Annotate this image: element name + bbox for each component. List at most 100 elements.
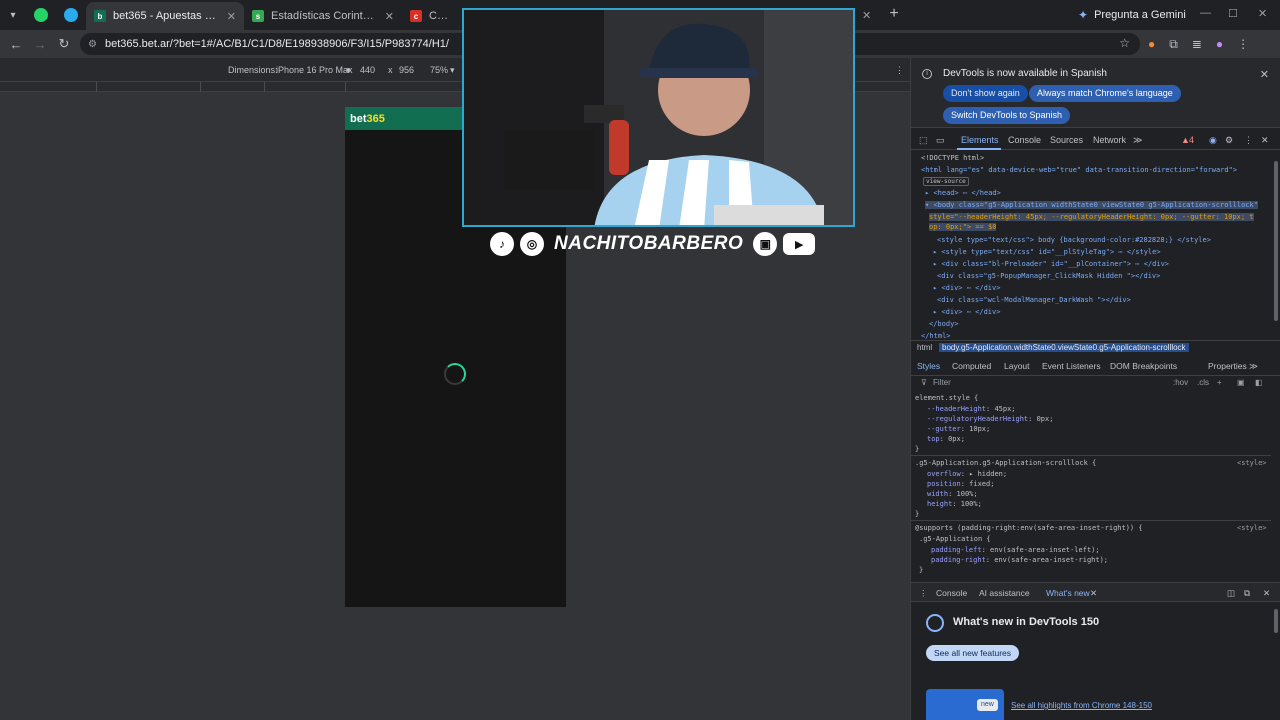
tab-computed[interactable]: Computed <box>952 361 991 371</box>
close-icon[interactable]: ✕ <box>385 10 394 23</box>
pinned-tab-whatsapp[interactable] <box>26 0 56 30</box>
close-icon[interactable]: ✕ <box>1090 588 1097 599</box>
dock-icon[interactable]: ◫ <box>1227 588 1235 599</box>
dom-line-selected[interactable]: style="--headerHeight: 45px; --regulator… <box>929 213 1254 221</box>
css-at-rule[interactable]: @supports (padding-right:env(safe-area-i… <box>915 524 1143 532</box>
pinned-tab-telegram[interactable] <box>56 0 86 30</box>
dom-line[interactable]: ▸ <style type="text/css" id="__plStyleTa… <box>933 248 1161 256</box>
dont-show-again-button[interactable]: Don't show again <box>943 85 1028 102</box>
close-icon[interactable]: ✕ <box>1260 68 1269 81</box>
drawer-tab-whats-new[interactable]: What's new <box>1046 588 1090 598</box>
dom-line-selected[interactable]: op: 0px;"> == $0 <box>929 223 997 231</box>
css-selector[interactable]: .g5-Application.g5-Application-scrollloc… <box>915 459 1096 467</box>
tab-console[interactable]: Console <box>1008 135 1041 145</box>
inspect-element-icon[interactable]: ⬚ <box>919 135 928 146</box>
css-declaration[interactable]: --regulatoryHeaderHeight: 0px; <box>927 415 1053 423</box>
breadcrumb-item-selected[interactable]: body.g5-Application.widthState0.viewStat… <box>939 343 1189 352</box>
switch-to-spanish-button[interactable]: Switch DevTools to Spanish <box>943 107 1071 124</box>
reload-icon[interactable]: ↻ <box>52 36 76 52</box>
css-declaration[interactable]: padding-left: env(safe-area-inset-left); <box>931 546 1100 554</box>
new-tab-button[interactable]: + <box>882 5 906 23</box>
dom-line[interactable]: ▸ <div> ⋯ </div> <box>933 308 1000 316</box>
dom-line[interactable]: </body> <box>929 320 959 328</box>
more-tabs-icon[interactable]: ≫ <box>1249 361 1258 372</box>
dom-line[interactable]: ▸ <div class="bl-Preloader" id="__plCont… <box>933 260 1169 268</box>
tab-search-icon[interactable]: ▾ <box>0 0 26 30</box>
close-devtools-icon[interactable]: ✕ <box>1261 135 1269 146</box>
css-declaration[interactable]: width: 100%; <box>927 490 978 498</box>
bookmark-star-icon[interactable]: ☆ <box>1119 36 1130 50</box>
css-source-link[interactable]: <style> <box>1237 459 1267 467</box>
width-input[interactable]: 440 <box>360 65 375 75</box>
tab-sources[interactable]: Sources <box>1050 135 1083 145</box>
tab-styles[interactable]: Styles <box>917 361 940 371</box>
device-toggle-icon[interactable]: ▭ <box>936 135 945 146</box>
maximize-icon[interactable]: ☐ <box>1228 7 1238 20</box>
dom-line[interactable]: </html> <box>921 332 951 340</box>
breadcrumb-item[interactable]: html <box>917 343 932 352</box>
dom-line[interactable]: <style type="text/css"> body {background… <box>937 236 1211 244</box>
highlights-link[interactable]: See all highlights from Chrome 148-150 <box>1011 701 1152 710</box>
css-selector[interactable]: .g5-Application { <box>919 535 991 543</box>
device-select[interactable]: iPhone 16 Pro Max <box>276 65 353 75</box>
tab-odds[interactable]: c Cuotas de <box>402 2 462 30</box>
dom-line[interactable]: <div class="g5-PopupManager_ClickMask Hi… <box>937 272 1160 280</box>
new-rule-button[interactable]: + <box>1217 378 1222 387</box>
tab-statistics[interactable]: s Estadísticas Corinthians vs Inte ✕ <box>244 2 402 30</box>
css-declaration[interactable]: --headerHeight: 45px; <box>927 405 1016 413</box>
settings-gear-icon[interactable]: ⚙ <box>1225 135 1233 146</box>
menu-kebab-icon[interactable]: ⋮ <box>1237 37 1249 52</box>
back-icon[interactable]: ← <box>4 37 28 52</box>
view-source-badge[interactable]: view-source <box>923 177 969 186</box>
css-declaration[interactable]: height: 100%; <box>927 500 982 508</box>
drawer-tab-console[interactable]: Console <box>936 588 967 598</box>
gemini-button[interactable]: ✦ Pregunta a Gemini <box>1078 5 1186 25</box>
close-icon[interactable]: ✕ <box>227 10 236 23</box>
css-declaration[interactable]: position: fixed; <box>927 480 994 488</box>
drawer-tab-ai-assistance[interactable]: AI assistance <box>979 588 1030 598</box>
always-match-language-button[interactable]: Always match Chrome's language <box>1029 85 1181 102</box>
zoom-select[interactable]: 75% <box>430 65 448 75</box>
class-toggle[interactable]: .cls <box>1197 378 1209 387</box>
scrollbar[interactable] <box>1274 609 1278 633</box>
css-declaration[interactable]: --gutter: 10px; <box>927 425 990 433</box>
tab-layout[interactable]: Layout <box>1004 361 1030 371</box>
scrollbar[interactable] <box>1274 161 1278 321</box>
css-declaration[interactable]: overflow: ▸ hidden; <box>927 470 1007 478</box>
more-tabs-icon[interactable]: ≫ <box>1133 135 1142 146</box>
css-selector[interactable]: element.style { <box>915 394 978 402</box>
sidebar-icon[interactable]: ≣ <box>1192 37 1202 52</box>
forward-icon[interactable]: → <box>28 37 52 52</box>
dom-line[interactable]: ▸ <div> ⋯ </div> <box>933 284 1000 292</box>
puzzle-icon[interactable]: ⧉ <box>1169 37 1178 52</box>
tab-elements[interactable]: Elements <box>961 135 999 145</box>
sidebar-toggle-icon[interactable]: ◧ <box>1255 378 1263 387</box>
close-window-icon[interactable]: ✕ <box>1258 7 1267 20</box>
hover-state-toggle[interactable]: :hov <box>1173 378 1188 387</box>
site-info-icon[interactable]: ⚙ <box>88 39 97 50</box>
undock-icon[interactable]: ⧉ <box>1244 588 1250 599</box>
dom-line-selected[interactable]: ▾ <body class="g5-Application widthState… <box>925 201 1258 209</box>
css-declaration[interactable]: padding-right: env(safe-area-inset-right… <box>931 556 1108 564</box>
tab-dom-breakpoints[interactable]: DOM Breakpoints <box>1110 361 1177 371</box>
tab-properties[interactable]: Properties <box>1208 361 1247 371</box>
dom-line[interactable]: ▸ <head> ⋯ </head> <box>925 189 1001 197</box>
tab-network[interactable]: Network <box>1093 135 1126 145</box>
dom-line[interactable]: <html lang="es" data-device-web="true" d… <box>921 166 1237 174</box>
paint-icon[interactable]: ▣ <box>1237 378 1245 387</box>
dom-line[interactable]: <div class="wcl-ModalManager_DarkWash ">… <box>937 296 1131 304</box>
brand-logo-text[interactable]: bet <box>350 113 367 125</box>
close-icon[interactable]: ✕ <box>862 9 871 22</box>
extension-icon[interactable]: ● <box>1148 37 1155 52</box>
css-source-link[interactable]: <style> <box>1237 524 1267 532</box>
drawer-menu-icon[interactable]: ⋮ <box>919 588 928 599</box>
see-all-features-button[interactable]: See all new features <box>926 645 1020 661</box>
minimize-icon[interactable]: — <box>1200 7 1211 19</box>
height-input[interactable]: 956 <box>399 65 414 75</box>
more-options-icon[interactable]: ⋮ <box>895 65 904 76</box>
filter-input[interactable]: Filter <box>933 378 951 387</box>
ai-icon[interactable]: ◉ <box>1209 135 1217 146</box>
dom-line[interactable]: <!DOCTYPE html> <box>921 154 984 162</box>
menu-kebab-icon[interactable]: ⋮ <box>1244 135 1253 146</box>
avatar[interactable]: ● <box>1216 37 1223 52</box>
